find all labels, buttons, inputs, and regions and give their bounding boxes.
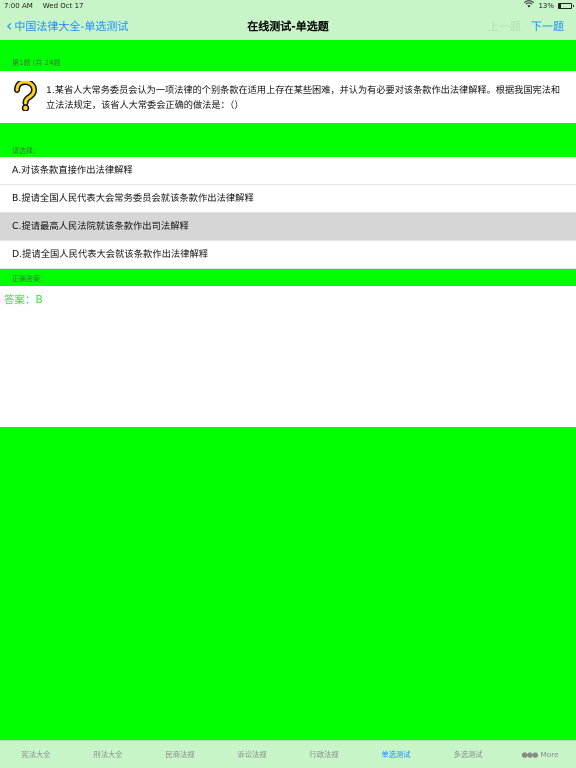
chevron-left-icon: ‹ bbox=[6, 16, 13, 35]
wifi-icon bbox=[524, 0, 535, 12]
option-b[interactable]: B.提请全国人民代表大会常务委员会就该条款作出法律解释 bbox=[0, 185, 576, 213]
tab-single-choice[interactable]: 单选测试 bbox=[360, 741, 432, 768]
tab-multi-choice[interactable]: 多选测试 bbox=[432, 741, 504, 768]
status-bar: 7:00 AM Wed Oct 17 13% bbox=[0, 0, 576, 12]
question-card: 1.某省人大常务委员会认为一项法律的个别条款在适用上存在某些困难，并认为有必要对… bbox=[0, 71, 576, 123]
tab-label: More bbox=[540, 750, 559, 759]
tab-administrative[interactable]: 行政法规 bbox=[288, 741, 360, 768]
option-c[interactable]: C.提请最高人民法院就该条款作出司法解释 bbox=[0, 213, 576, 241]
option-d[interactable]: D.提请全国人民代表大会就该条款作出法律解释 bbox=[0, 241, 576, 269]
navigation-bar: ‹ 中国法律大全-单选测试 在线测试-单选题 上一题 下一题 bbox=[0, 12, 576, 40]
tab-label: 多选测试 bbox=[453, 750, 483, 759]
question-counter: 第1题 (共 24题 bbox=[12, 59, 61, 67]
question-mark-icon bbox=[14, 81, 38, 111]
content-background bbox=[0, 427, 576, 740]
tab-constitution[interactable]: 宪法大全 bbox=[0, 741, 72, 768]
tab-label: 行政法规 bbox=[309, 750, 339, 759]
tab-label: 宪法大全 bbox=[21, 750, 51, 759]
battery-icon bbox=[558, 3, 574, 9]
next-question-button[interactable]: 下一题 bbox=[531, 18, 564, 34]
answer-header: 正确答案： bbox=[12, 275, 47, 283]
tab-criminal-law[interactable]: 刑法大全 bbox=[72, 741, 144, 768]
tab-label: 刑法大全 bbox=[93, 750, 123, 759]
status-time: 7:00 AM bbox=[4, 2, 33, 10]
answer-text: 答案：B bbox=[4, 294, 43, 306]
tab-label: 民商法规 bbox=[165, 750, 195, 759]
tab-litigation[interactable]: 诉讼法规 bbox=[216, 741, 288, 768]
option-a[interactable]: A.对该条款直接作出法律解释 bbox=[0, 157, 576, 185]
more-dots-icon: ●●● bbox=[521, 750, 538, 759]
tab-more[interactable]: ●●● More bbox=[504, 741, 576, 768]
tab-civil-commercial[interactable]: 民商法规 bbox=[144, 741, 216, 768]
back-button[interactable]: ‹ 中国法律大全-单选测试 bbox=[0, 18, 128, 34]
question-text: 1.某省人大常务委员会认为一项法律的个别条款在适用上存在某些困难，并认为有必要对… bbox=[46, 85, 561, 111]
back-button-label: 中国法律大全-单选测试 bbox=[14, 20, 129, 33]
tab-label: 单选测试 bbox=[381, 750, 411, 759]
answer-area: 答案：B bbox=[0, 286, 576, 427]
tab-label: 诉讼法规 bbox=[237, 750, 267, 759]
battery-percent: 13% bbox=[538, 2, 554, 10]
options-header: 请选择： bbox=[12, 147, 40, 155]
status-date: Wed Oct 17 bbox=[42, 2, 84, 10]
previous-question-button[interactable]: 上一题 bbox=[488, 18, 521, 34]
tab-bar: 宪法大全 刑法大全 民商法规 诉讼法规 行政法规 单选测试 多选测试 ●●● Mo… bbox=[0, 740, 576, 768]
